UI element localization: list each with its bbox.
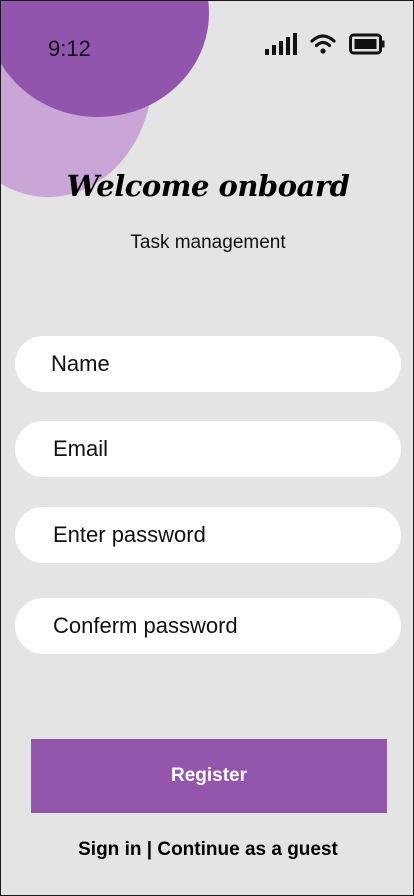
status-icons (265, 33, 385, 55)
status-time: 9:12 (48, 36, 91, 61)
battery-icon (349, 33, 385, 55)
page-subtitle: Task management (130, 232, 286, 253)
wifi-icon (310, 34, 336, 54)
link-separator: | (146, 839, 153, 860)
sign-in-link[interactable]: Sign in (78, 839, 141, 860)
page-title: Welcome onboard (66, 169, 350, 203)
email-field-placeholder: Email (53, 436, 109, 461)
auth-links: Sign in | Continue as a guest (1, 839, 413, 861)
email-field[interactable]: Email (15, 421, 401, 477)
confirm-password-field-placeholder: Conferm password (53, 613, 238, 638)
name-field-placeholder: Name (51, 351, 110, 376)
phone-screen: 9:12 Welcome onboard Task management Nam… (0, 0, 414, 896)
continue-as-guest-link[interactable]: Continue as a guest (157, 839, 338, 860)
register-button-label: Register (170, 765, 248, 786)
name-field[interactable]: Name (15, 336, 401, 392)
signal-icon (265, 33, 297, 55)
password-field-placeholder: Enter password (53, 522, 206, 547)
confirm-password-field[interactable]: Conferm password (15, 598, 401, 654)
register-button[interactable]: Register (31, 739, 387, 813)
password-field[interactable]: Enter password (15, 507, 401, 563)
